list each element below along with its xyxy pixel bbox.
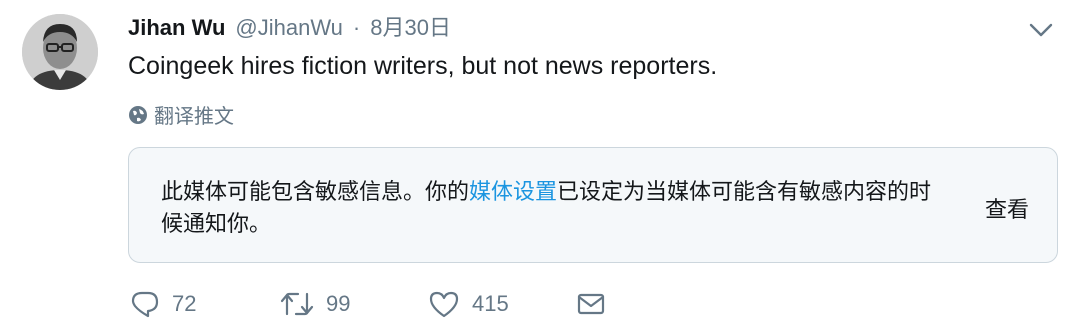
avatar-image	[22, 14, 98, 90]
like-button[interactable]: 415	[428, 290, 576, 318]
retweet-count: 99	[326, 291, 351, 316]
author-name[interactable]: Jihan Wu	[128, 15, 225, 41]
tweet-text: Coingeek hires fiction writers, but not …	[128, 52, 718, 80]
translate-tweet-link[interactable]: 翻译推文	[128, 100, 234, 129]
like-count: 415	[472, 291, 509, 316]
tweet-actions: 72 99 415	[130, 290, 606, 318]
view-media-button[interactable]: 查看	[985, 192, 1029, 224]
like-icon	[429, 291, 459, 318]
translate-label: 翻译推文	[154, 106, 234, 128]
reply-button[interactable]: 72	[130, 290, 280, 318]
author-handle[interactable]: @JihanWu	[235, 15, 343, 41]
direct-message-button[interactable]	[576, 291, 606, 317]
avatar[interactable]	[22, 14, 98, 90]
warning-text: 此媒体可能包含敏感信息。你的媒体设置已设定为当媒体可能含有敏感内容的时候通知你。	[161, 176, 951, 240]
header-separator: ·	[352, 15, 361, 40]
reply-count: 72	[172, 291, 197, 316]
tweet-menu-button[interactable]	[1028, 20, 1054, 40]
media-settings-link[interactable]: 媒体设置	[469, 179, 557, 204]
sensitive-media-warning: 此媒体可能包含敏感信息。你的媒体设置已设定为当媒体可能含有敏感内容的时候通知你。…	[128, 147, 1058, 263]
warning-text-before: 此媒体可能包含敏感信息。你的	[161, 179, 470, 204]
globe-icon	[129, 105, 147, 124]
reply-icon	[131, 291, 159, 318]
tweet-header: Jihan Wu @JihanWu · 8月30日	[128, 10, 451, 42]
retweet-icon	[280, 292, 314, 316]
tweet-date[interactable]: 8月30日	[370, 10, 451, 42]
retweet-button[interactable]: 99	[280, 290, 428, 318]
message-icon	[577, 293, 605, 315]
chevron-down-icon	[1029, 23, 1053, 37]
